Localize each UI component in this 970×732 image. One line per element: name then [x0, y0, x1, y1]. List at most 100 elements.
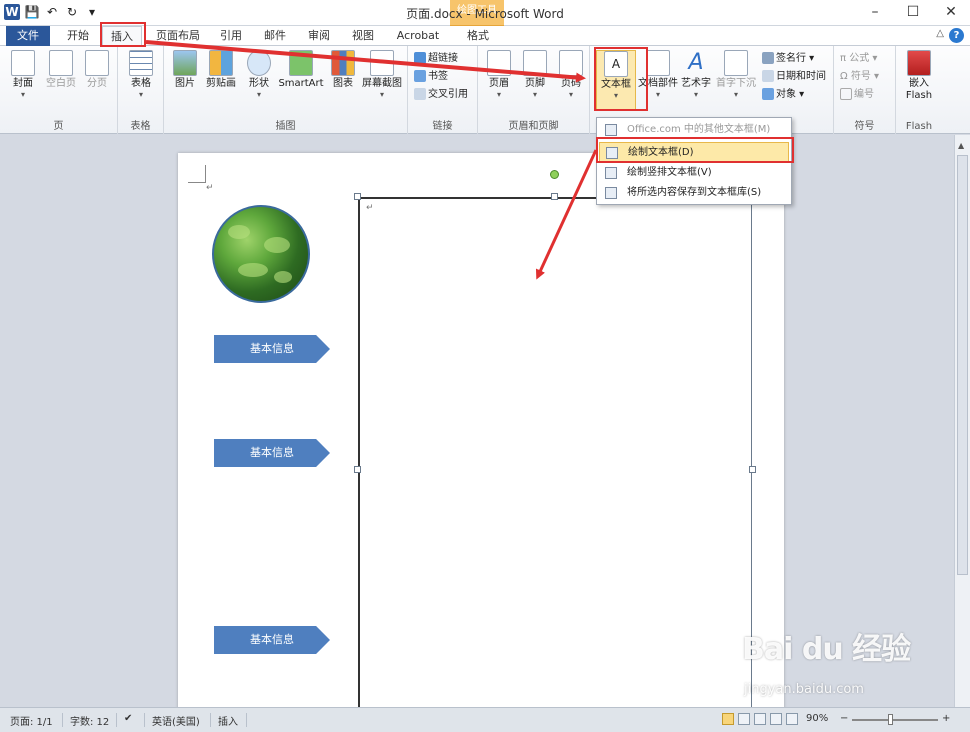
blank-page-icon: [49, 50, 73, 76]
embed-flash-button[interactable]: 嵌入 Flash: [900, 50, 938, 110]
web-layout-view-icon[interactable]: [754, 713, 766, 725]
date-time-icon: [762, 70, 774, 82]
vertical-scrollbar[interactable]: ▲: [954, 135, 970, 707]
tab-mailings[interactable]: 邮件: [256, 26, 294, 46]
symbol-button[interactable]: Ω 符号 ▾: [840, 68, 879, 85]
drop-cap-button[interactable]: 首字下沉 ▾: [714, 50, 758, 110]
clip-art-button[interactable]: 剪贴画: [202, 50, 240, 110]
zoom-in-button[interactable]: +: [942, 713, 950, 724]
baidu-jingyan-watermark: Bai du 经验 jingyan.baidu.com: [742, 624, 932, 706]
text-box-shape[interactable]: ↵: [358, 197, 752, 717]
resize-handle-ml[interactable]: [354, 466, 361, 473]
bookmark-button[interactable]: 书签: [414, 68, 448, 85]
page-break-button[interactable]: 分页: [80, 50, 114, 110]
collapse-ribbon-icon[interactable]: △: [936, 28, 944, 39]
group-pages: 封面 ▾ 空白页 分页 页: [0, 46, 118, 134]
watermark-logo-text: Bai du 经验: [742, 632, 911, 667]
footer-button[interactable]: 页脚 ▾: [518, 50, 552, 110]
cover-page-icon: [11, 50, 35, 76]
full-screen-view-icon[interactable]: [738, 713, 750, 725]
signature-line-icon: [762, 52, 774, 64]
info-tag-2[interactable]: 基本信息: [214, 439, 330, 467]
page-number-button[interactable]: 页码 ▾: [554, 50, 588, 110]
shapes-button[interactable]: 形状 ▾: [242, 50, 276, 110]
group-label-illustrations: 插图: [275, 121, 296, 132]
document-page[interactable]: ↵ 基本信息 基本信息 基本信息 ↵: [178, 153, 784, 717]
date-time-button[interactable]: 日期和时间: [762, 68, 826, 85]
blank-page-button[interactable]: 空白页: [44, 50, 78, 110]
flash-icon: [907, 50, 931, 76]
close-button[interactable]: ✕: [932, 0, 970, 26]
shapes-icon: [247, 50, 271, 76]
tab-file[interactable]: 文件: [6, 26, 50, 46]
pi-icon: π: [840, 53, 850, 64]
status-language[interactable]: 英语(美国): [152, 713, 200, 728]
resize-handle-mr[interactable]: [749, 466, 756, 473]
zoom-level[interactable]: 90%: [806, 713, 828, 724]
numbering-button[interactable]: 编号: [840, 86, 874, 103]
scroll-up-icon[interactable]: ▲: [958, 141, 964, 150]
object-icon: [762, 88, 774, 100]
document-area[interactable]: ↵ 基本信息 基本信息 基本信息 ↵: [0, 135, 954, 717]
menu-item-draw-vertical-text-box[interactable]: 绘制竖排文本框(V): [599, 163, 789, 183]
signature-line-button[interactable]: 签名行 ▾: [762, 50, 814, 67]
resize-handle-tl[interactable]: [354, 193, 361, 200]
profile-photo[interactable]: [212, 205, 310, 303]
tab-page-layout[interactable]: 页面布局: [150, 26, 206, 46]
smartart-icon: [289, 50, 313, 76]
zoom-out-button[interactable]: −: [840, 713, 848, 724]
hyperlink-button[interactable]: 超链接: [414, 50, 458, 67]
minimize-button[interactable]: –: [856, 0, 894, 26]
tab-view[interactable]: 视图: [344, 26, 382, 46]
screenshot-button[interactable]: 屏幕截图 ▾: [360, 50, 404, 110]
group-label-tables: 表格: [130, 121, 151, 132]
highlight-insert-tab: [100, 22, 146, 47]
save-to-gallery-icon: [605, 187, 617, 199]
resize-handle-tc[interactable]: [551, 193, 558, 200]
tab-home[interactable]: 开始: [58, 26, 98, 46]
page-break-icon: [85, 50, 109, 76]
picture-icon: [173, 50, 197, 76]
cross-reference-button[interactable]: 交叉引用: [414, 86, 468, 103]
group-tables: 表格 ▾ 表格: [118, 46, 164, 134]
draft-view-icon[interactable]: [786, 713, 798, 725]
chart-button[interactable]: 图表: [326, 50, 360, 110]
status-insert-mode[interactable]: 插入: [218, 713, 238, 728]
tab-review[interactable]: 审阅: [300, 26, 338, 46]
quick-parts-icon: [646, 50, 670, 76]
bookmark-icon: [414, 70, 426, 82]
wordart-button[interactable]: A 艺术字 ▾: [678, 50, 714, 110]
print-layout-view-icon[interactable]: [722, 713, 734, 725]
zoom-slider-track[interactable]: [852, 719, 938, 721]
tab-format[interactable]: 格式: [456, 26, 500, 46]
smartart-button[interactable]: SmartArt: [276, 50, 326, 110]
rotate-handle[interactable]: [550, 170, 559, 179]
table-button[interactable]: 表格 ▾: [124, 50, 158, 110]
zoom-slider-thumb[interactable]: [888, 714, 893, 725]
object-button[interactable]: 对象 ▾: [762, 86, 804, 103]
highlight-draw-text-box: [596, 137, 794, 163]
proofing-icon[interactable]: ✔: [124, 713, 132, 724]
header-button[interactable]: 页眉 ▾: [482, 50, 516, 110]
status-page[interactable]: 页面: 1/1: [10, 713, 53, 728]
picture-button[interactable]: 图片: [168, 50, 202, 110]
info-tag-1[interactable]: 基本信息: [214, 335, 330, 363]
help-icon[interactable]: ?: [949, 28, 964, 43]
group-label-pages: 页: [53, 121, 64, 132]
cover-page-button[interactable]: 封面 ▾: [6, 50, 40, 110]
cross-reference-icon: [414, 88, 426, 100]
tab-acrobat[interactable]: Acrobat: [390, 26, 446, 46]
group-label-links: 链接: [432, 121, 453, 132]
watermark-url: jingyan.baidu.com: [744, 682, 864, 697]
hyperlink-icon: [414, 52, 426, 64]
tab-references[interactable]: 引用: [212, 26, 250, 46]
info-tag-3[interactable]: 基本信息: [214, 626, 330, 654]
scrollbar-thumb[interactable]: [957, 155, 968, 575]
equation-button[interactable]: π 公式 ▾: [840, 50, 877, 67]
window-controls: – ☐ ✕: [856, 0, 970, 26]
outline-view-icon[interactable]: [770, 713, 782, 725]
status-word-count[interactable]: 字数: 12: [70, 713, 109, 728]
maximize-button[interactable]: ☐: [894, 0, 932, 26]
menu-item-save-selection[interactable]: 将所选内容保存到文本框库(S): [599, 183, 789, 203]
window-title: 页面.docx - Microsoft Word: [406, 7, 564, 21]
